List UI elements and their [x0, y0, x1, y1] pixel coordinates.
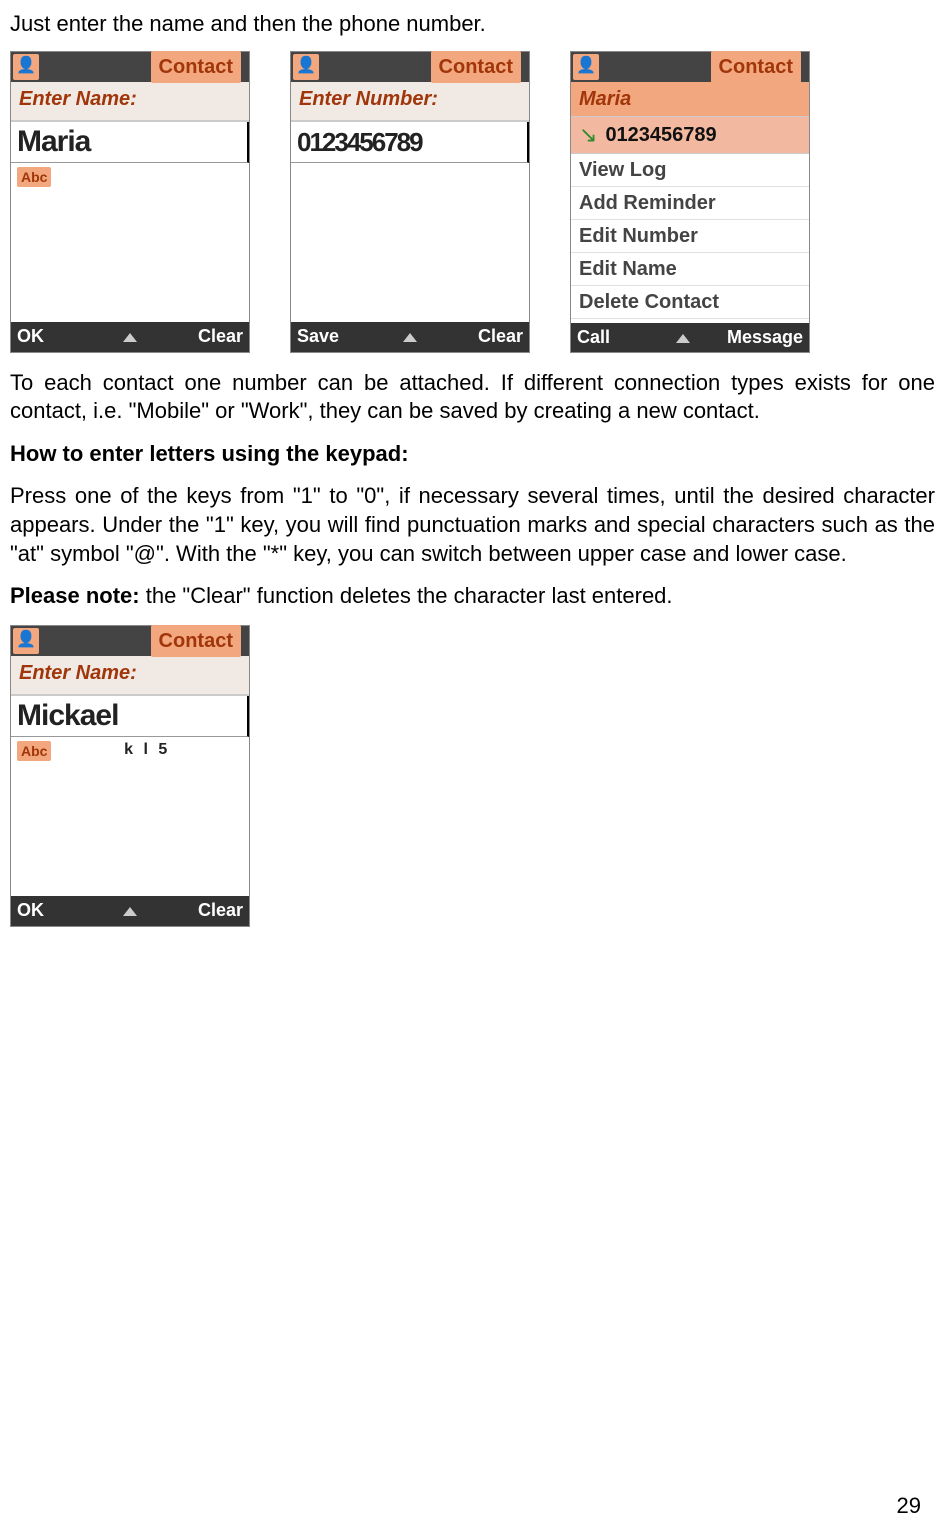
- titlebar: 👤 Contact: [571, 52, 809, 82]
- field-label-name: Enter Name:: [11, 82, 249, 122]
- softkey-call[interactable]: Call: [571, 326, 646, 349]
- number-input-value[interactable]: 0123456789: [291, 122, 529, 163]
- abc-indicator: Abc: [17, 167, 51, 187]
- softkey-clear[interactable]: Clear: [450, 325, 529, 348]
- screen-title: Contact: [431, 51, 521, 83]
- titlebar: 👤 Contact: [11, 52, 249, 82]
- phone-screen-contact-menu: 👤 Contact Maria ↘ 0123456789 View Log Ad…: [570, 51, 810, 353]
- phone-screen-enter-name: 👤 Contact Enter Name: Maria Abc OK Clear: [10, 51, 250, 353]
- heading-keypad: How to enter letters using the keypad:: [10, 440, 935, 469]
- contact-number: 0123456789: [605, 122, 716, 148]
- menu-edit-number[interactable]: Edit Number: [571, 220, 809, 253]
- softkey-ok[interactable]: OK: [11, 325, 90, 348]
- menu-view-log[interactable]: View Log: [571, 154, 809, 187]
- menu-add-reminder[interactable]: Add Reminder: [571, 187, 809, 220]
- screen-title: Contact: [711, 51, 801, 83]
- softkeys: OK Clear: [11, 322, 249, 352]
- softkey-ok[interactable]: OK: [11, 899, 90, 922]
- note-text: the "Clear" function deletes the charact…: [140, 583, 673, 608]
- softkeys: Call Message: [571, 323, 809, 351]
- note-label: Please note:: [10, 583, 140, 608]
- empty-body: [11, 191, 249, 322]
- contact-name-header: Maria: [571, 82, 809, 117]
- name-input-value[interactable]: Mickael: [11, 696, 249, 737]
- empty-body: [291, 163, 529, 322]
- softkeys: Save Clear: [291, 322, 529, 352]
- paragraph-attach: To each contact one number can be attach…: [10, 369, 935, 426]
- name-input-value[interactable]: Maria: [11, 122, 249, 163]
- key-hint: k l 5: [124, 740, 170, 761]
- field-label-name: Enter Name:: [11, 656, 249, 696]
- titlebar: 👤 Contact: [11, 626, 249, 656]
- menu-delete-contact[interactable]: Delete Contact: [571, 286, 809, 319]
- softkey-clear[interactable]: Clear: [170, 325, 249, 348]
- abc-indicator: Abc: [17, 741, 51, 761]
- screen-title: Contact: [151, 51, 241, 83]
- empty-body: [11, 765, 249, 896]
- softkeys: OK Clear: [11, 896, 249, 926]
- screen-title: Contact: [151, 625, 241, 657]
- field-label-number: Enter Number:: [291, 82, 529, 122]
- paragraph-note: Please note: the "Clear" function delete…: [10, 582, 935, 611]
- paragraph-keypad: Press one of the keys from "1" to "0", i…: [10, 482, 935, 568]
- contact-icon: 👤: [13, 628, 39, 654]
- softkey-nav-icon[interactable]: [90, 899, 169, 922]
- intro-text: Just enter the name and then the phone n…: [10, 10, 935, 39]
- softkey-nav-icon[interactable]: [90, 325, 169, 348]
- softkey-nav-icon[interactable]: [646, 326, 721, 349]
- softkey-message[interactable]: Message: [721, 326, 809, 349]
- softkey-clear[interactable]: Clear: [170, 899, 249, 922]
- contact-icon: 👤: [293, 54, 319, 80]
- phone-icon: ↘: [579, 121, 597, 150]
- screens-row-bottom: 👤 Contact Enter Name: Mickael Abc k l 5 …: [10, 625, 935, 927]
- titlebar: 👤 Contact: [291, 52, 529, 82]
- phone-screen-mickael: 👤 Contact Enter Name: Mickael Abc k l 5 …: [10, 625, 250, 927]
- page-number: 29: [897, 1492, 921, 1521]
- selected-number-row[interactable]: ↘ 0123456789: [571, 117, 809, 155]
- input-mode-row: Abc k l 5: [11, 737, 249, 765]
- input-mode-row: Abc: [11, 163, 249, 191]
- contact-icon: 👤: [573, 54, 599, 80]
- softkey-save[interactable]: Save: [291, 325, 370, 348]
- phone-screen-enter-number: 👤 Contact Enter Number: 0123456789 Save …: [290, 51, 530, 353]
- softkey-nav-icon[interactable]: [370, 325, 449, 348]
- menu-edit-name[interactable]: Edit Name: [571, 253, 809, 286]
- contact-icon: 👤: [13, 54, 39, 80]
- screens-row-top: 👤 Contact Enter Name: Maria Abc OK Clear…: [10, 51, 935, 353]
